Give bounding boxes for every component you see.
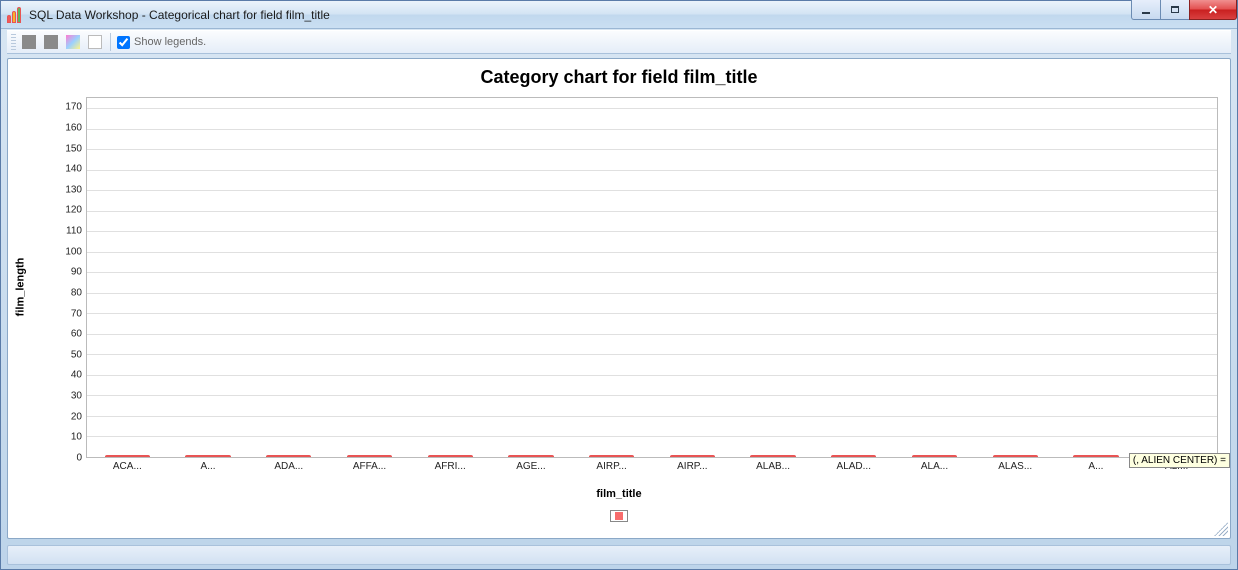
bar-rect xyxy=(347,455,392,457)
y-tick-label: 100 xyxy=(52,246,82,257)
show-legends-label: Show legends. xyxy=(134,36,206,48)
x-tick-label: AIRP... xyxy=(661,461,724,472)
y-tick-label: 110 xyxy=(52,226,82,237)
chart-tooltip: (, ALIEN CENTER) = xyxy=(1129,453,1230,468)
legend-swatch xyxy=(615,512,623,520)
y-tick-label: 130 xyxy=(52,184,82,195)
chart-panel: Category chart for field film_title film… xyxy=(7,58,1231,539)
y-tick-label: 90 xyxy=(52,267,82,278)
close-button[interactable]: ✕ xyxy=(1189,0,1237,20)
toolbar-grip[interactable] xyxy=(11,34,16,50)
app-icon xyxy=(7,7,23,23)
x-tick-label: ADA... xyxy=(257,461,320,472)
gridline xyxy=(87,272,1217,273)
bar-rect xyxy=(993,455,1038,457)
y-tick-label: 50 xyxy=(52,349,82,360)
x-axis-label: film_title xyxy=(8,488,1230,500)
palette-dark-button[interactable] xyxy=(20,33,38,51)
bar-rect xyxy=(670,455,715,457)
palette-dark2-button[interactable] xyxy=(42,33,60,51)
x-tick-label: AIRP... xyxy=(580,461,643,472)
gridline xyxy=(87,375,1217,376)
gridline xyxy=(87,293,1217,294)
y-tick-label: 80 xyxy=(52,287,82,298)
gridline xyxy=(87,170,1217,171)
plot-wrap: 0 10 20 30 40 50 60 70 80 90 100 110 120 130 140 150 160… xyxy=(52,97,1218,476)
bar-rect xyxy=(912,455,957,457)
chart-title: Category chart for field film_title xyxy=(8,59,1230,92)
y-tick-label: 10 xyxy=(52,432,82,443)
gridline xyxy=(87,190,1217,191)
bar-rect xyxy=(508,455,553,457)
gridline xyxy=(87,231,1217,232)
y-tick-label: 120 xyxy=(52,205,82,216)
size-grip-icon[interactable] xyxy=(1214,522,1228,536)
bar-rect xyxy=(105,455,150,457)
x-tick-label: ALA... xyxy=(903,461,966,472)
minimize-button[interactable] xyxy=(1131,0,1161,20)
y-tick-label: 30 xyxy=(52,391,82,402)
gridline xyxy=(87,416,1217,417)
x-tick-label: ALAD... xyxy=(822,461,885,472)
gridline xyxy=(87,211,1217,212)
window-controls: ✕ xyxy=(1131,0,1237,20)
y-tick-label: 70 xyxy=(52,308,82,319)
y-tick-label: 20 xyxy=(52,411,82,422)
bar-rect xyxy=(1073,455,1118,457)
bar-rect xyxy=(266,455,311,457)
gridline xyxy=(87,334,1217,335)
y-tick-label: 60 xyxy=(52,329,82,340)
bar-rect xyxy=(831,455,876,457)
x-tick-label: AGE... xyxy=(499,461,562,472)
gridline xyxy=(87,108,1217,109)
gridline xyxy=(87,149,1217,150)
bar-rect xyxy=(750,455,795,457)
x-tick-label: A... xyxy=(176,461,239,472)
gridline xyxy=(87,436,1217,437)
y-axis-label-wrap: film_length xyxy=(12,97,28,476)
toolbar: Show legends. xyxy=(7,30,1231,54)
title-bar[interactable]: SQL Data Workshop - Categorical chart fo… xyxy=(1,1,1237,29)
show-legends-checkbox[interactable] xyxy=(117,36,130,49)
gridline xyxy=(87,129,1217,130)
maximize-button[interactable] xyxy=(1160,0,1190,20)
legend-entry[interactable] xyxy=(610,510,628,522)
x-tick-label: AFFA... xyxy=(338,461,401,472)
window-title: SQL Data Workshop - Categorical chart fo… xyxy=(29,8,330,22)
x-tick-label: ALAS... xyxy=(984,461,1047,472)
gridline xyxy=(87,395,1217,396)
plot-area[interactable]: ACA...A...ADA...AFFA...AFRI...AGE...AIRP… xyxy=(86,97,1218,458)
palette-white-button[interactable] xyxy=(86,33,104,51)
bars-layer: ACA...A...ADA...AFFA...AFRI...AGE...AIRP… xyxy=(87,98,1217,457)
y-tick-label: 160 xyxy=(52,122,82,133)
show-legends-toggle[interactable]: Show legends. xyxy=(117,36,206,49)
bar-rect xyxy=(185,455,230,457)
x-tick-label: ALAB... xyxy=(741,461,804,472)
bar-rect xyxy=(589,455,634,457)
gridline xyxy=(87,313,1217,314)
x-tick-label: ACA... xyxy=(96,461,159,472)
status-bar xyxy=(7,545,1231,565)
y-tick-label: 40 xyxy=(52,370,82,381)
toolbar-separator xyxy=(110,33,111,51)
y-tick-label: 150 xyxy=(52,143,82,154)
palette-gradient-button[interactable] xyxy=(64,33,82,51)
y-tick-label: 170 xyxy=(52,102,82,113)
y-tick-label: 140 xyxy=(52,164,82,175)
gridline xyxy=(87,252,1217,253)
x-tick-label: A... xyxy=(1064,461,1127,472)
gridline xyxy=(87,354,1217,355)
legend xyxy=(8,510,1230,522)
y-axis-label: film_length xyxy=(14,257,26,316)
y-tick-label: 0 xyxy=(52,453,82,464)
x-tick-label: AFRI... xyxy=(419,461,482,472)
bar-rect xyxy=(428,455,473,457)
